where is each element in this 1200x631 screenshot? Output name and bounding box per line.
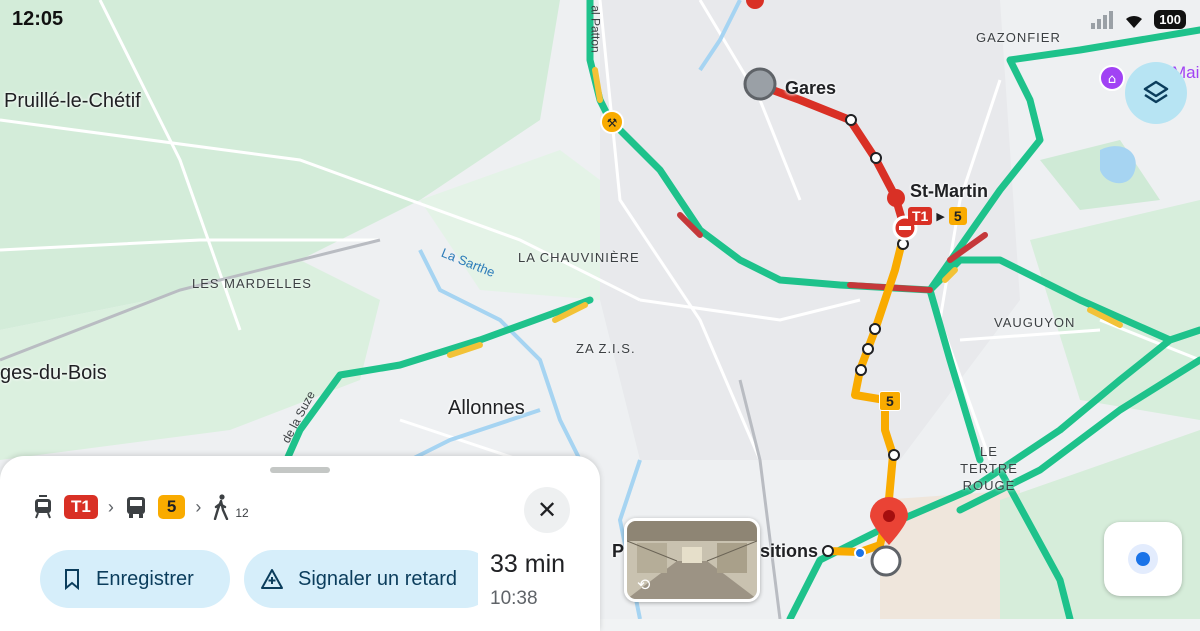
status-icons: 100: [1090, 10, 1186, 29]
transfer-station-label[interactable]: St-Martin: [910, 181, 988, 202]
destination-label-right: sitions: [760, 541, 819, 561]
district-label: LES MARDELLES: [192, 276, 312, 291]
town-label: Allonnes: [448, 397, 525, 419]
origin-station-label[interactable]: Gares: [785, 78, 836, 99]
bus-icon: [126, 497, 145, 518]
district-label: LA CHAUVINIÈRE: [518, 250, 640, 265]
transfer-badges: T1 ▶ 5: [908, 207, 967, 225]
svg-text:⚒: ⚒: [607, 116, 618, 130]
district-label: VAUGUYON: [994, 315, 1076, 330]
lake: [1100, 146, 1136, 184]
report-delay-label: Signaler un retard: [298, 567, 457, 590]
district-label: LE TERTRE ROUGE: [960, 444, 1018, 493]
layers-icon: [1143, 80, 1169, 104]
save-label: Enregistrer: [96, 567, 194, 590]
tram-line-badge: T1: [64, 495, 98, 519]
status-time: 12:05: [12, 8, 64, 30]
warning-add-icon: [261, 569, 283, 589]
trip-duration: 33 min: [490, 550, 566, 578]
origin-marker: [743, 67, 777, 101]
trip-steps: T1 › 5 › 12: [32, 494, 249, 520]
tram-icon: [35, 495, 51, 519]
my-location-icon: [1128, 544, 1158, 574]
walk-icon: [214, 494, 229, 520]
bus-line-badge: 5: [157, 495, 186, 519]
current-location-dot: [854, 547, 866, 559]
walk-minutes: 12: [235, 506, 249, 520]
report-delay-button[interactable]: Signaler un retard: [244, 550, 494, 608]
svg-text:⌂: ⌂: [1108, 72, 1116, 87]
chevron-right-icon: ›: [107, 496, 114, 517]
district-label: ZA Z.I.S.: [576, 341, 636, 356]
street-view-thumbnail[interactable]: ⟲: [624, 518, 760, 602]
bookmark-icon: [65, 569, 79, 590]
destination-label-left: P: [612, 541, 625, 561]
tram-stop-icon: [887, 189, 905, 207]
tram-line-badge: T1: [908, 207, 933, 225]
my-location-button[interactable]: [1104, 522, 1182, 596]
arrow-right-icon: ▶: [936, 210, 945, 223]
town-label: Pruillé-le-Chétif: [4, 90, 141, 112]
wifi-icon: [1126, 15, 1143, 28]
trip-eta: 33 min 10:38: [478, 544, 600, 624]
bus-route-badge: 5: [879, 391, 901, 411]
district-label: GAZONFIER: [976, 30, 1061, 45]
sheet-drag-handle[interactable]: [270, 467, 330, 473]
bus-line-badge: 5: [948, 207, 967, 225]
save-button[interactable]: Enregistrer: [40, 550, 230, 608]
arrival-time: 10:38: [490, 588, 538, 609]
close-button[interactable]: ✕: [524, 487, 570, 533]
trip-bottom-sheet[interactable]: T1 › 5 › 12 ✕ Enregistrer Signaler un re…: [0, 456, 600, 631]
battery-indicator: 100: [1154, 10, 1186, 29]
close-icon: ✕: [536, 496, 558, 524]
signal-icon: [1091, 10, 1114, 29]
chevron-right-icon: ›: [195, 496, 202, 517]
town-label: ges-du-Bois: [0, 362, 107, 384]
destination-circle: [870, 545, 902, 577]
layers-button[interactable]: [1125, 62, 1187, 124]
road-label: al Patton: [588, 5, 603, 53]
rotate-360-icon: ⟲: [637, 577, 651, 594]
